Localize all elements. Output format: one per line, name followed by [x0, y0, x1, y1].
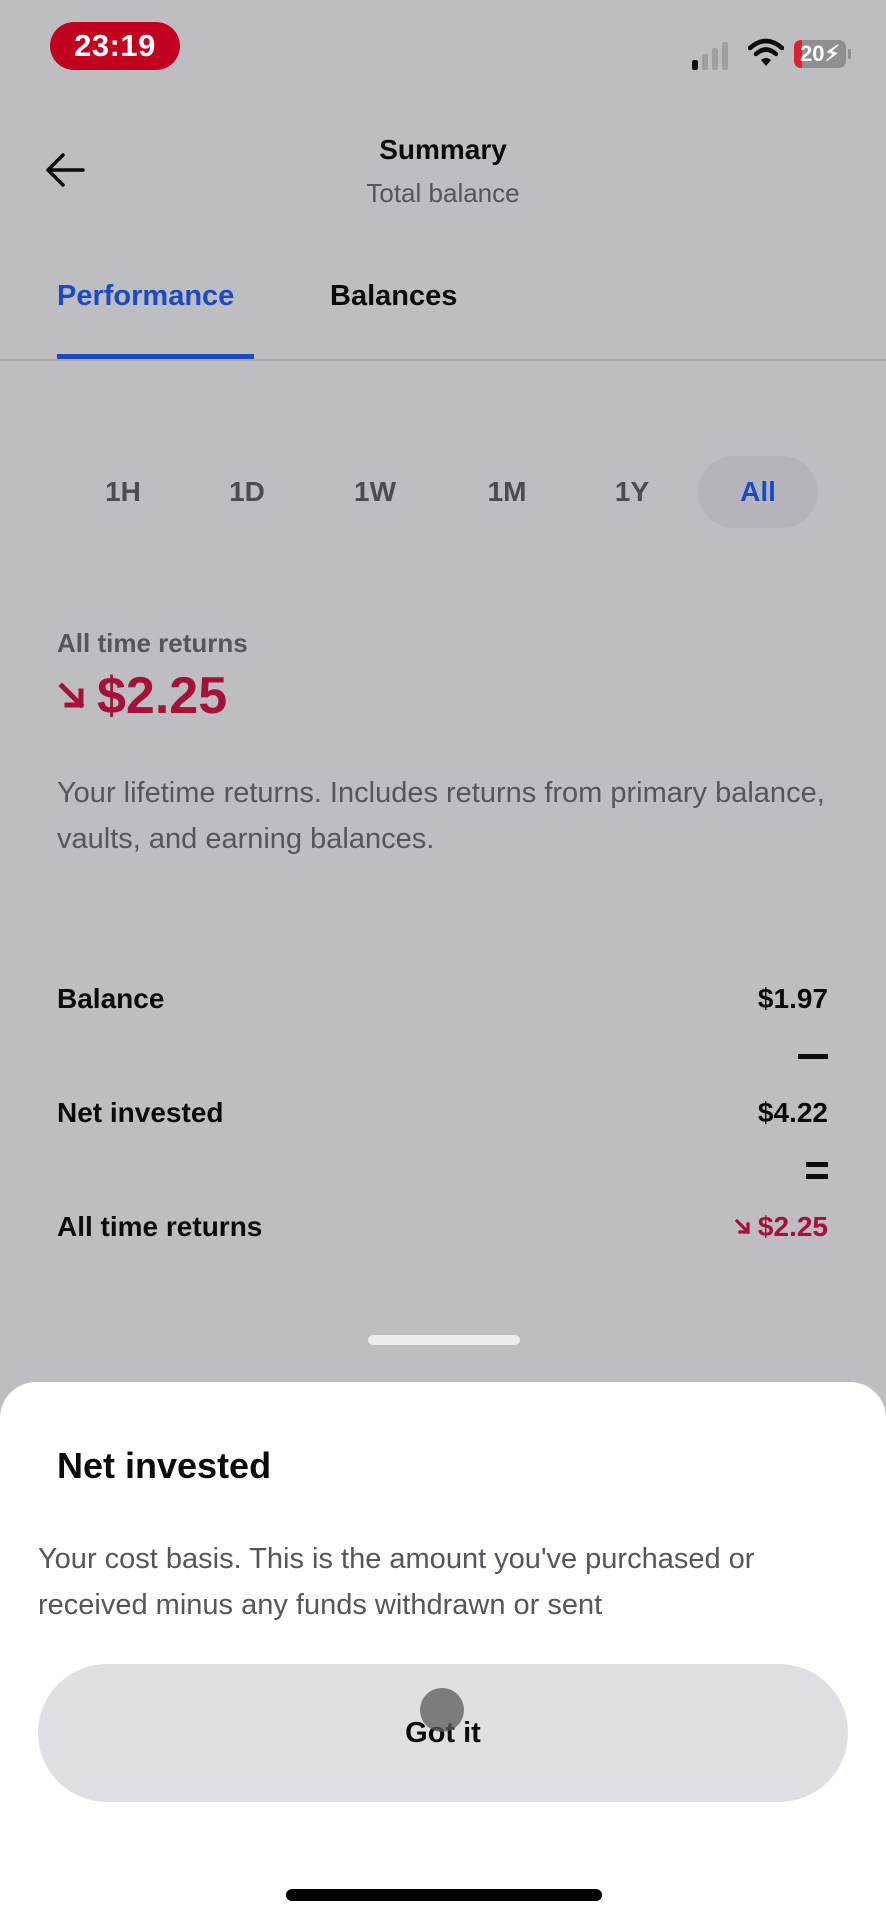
- page-title: Summary: [379, 134, 507, 165]
- battery-tip: [848, 49, 851, 59]
- got-it-button[interactable]: Got it: [38, 1664, 848, 1802]
- minus-operator: [798, 1054, 828, 1059]
- home-indicator[interactable]: [286, 1889, 602, 1901]
- returns-description: Your lifetime returns. Includes returns …: [57, 777, 825, 855]
- range-1w[interactable]: 1W: [315, 456, 435, 528]
- balance-label: Balance: [57, 983, 165, 1014]
- signal-icon: [692, 40, 736, 70]
- touch-indicator: [420, 1688, 464, 1732]
- sheet-grabber[interactable]: [368, 1335, 520, 1345]
- arrow-down-right-icon: [734, 1218, 751, 1235]
- tab-performance[interactable]: Performance: [57, 280, 234, 313]
- all-time-returns-label: All time returns: [57, 1211, 263, 1242]
- net-invested-label[interactable]: Net invested: [57, 1097, 224, 1129]
- sheet-title: Net invested: [57, 1445, 272, 1486]
- tab-balances[interactable]: Balances: [330, 280, 457, 313]
- page-subtitle: Total balance: [366, 178, 520, 208]
- range-1m[interactable]: 1M: [447, 456, 567, 528]
- net-invested-value: $4.22: [757, 1097, 828, 1128]
- battery-charging-icon: 20⚡︎: [794, 40, 846, 68]
- balance-value: $1.97: [757, 983, 828, 1014]
- arrow-down-right-icon: [58, 682, 85, 709]
- range-1d[interactable]: 1D: [187, 456, 307, 528]
- all-time-returns-amount: $2.25: [757, 1211, 828, 1242]
- equals-operator-top: [806, 1162, 828, 1167]
- status-time: 23:19: [50, 22, 180, 70]
- returns-label: All time returns: [57, 628, 248, 658]
- wifi-icon: [747, 38, 785, 68]
- range-all[interactable]: All: [698, 456, 818, 528]
- returns-amount: $2.25: [97, 667, 228, 725]
- battery-level: 20⚡︎: [800, 41, 840, 66]
- returns-value: $2.25: [57, 666, 227, 726]
- tabs-divider: [0, 359, 886, 361]
- all-time-returns-value: $2.25: [734, 1211, 828, 1243]
- equals-operator-bottom: [806, 1174, 828, 1179]
- range-1y[interactable]: 1Y: [572, 456, 692, 528]
- sheet-description: Your cost basis. This is the amount you'…: [38, 1543, 755, 1621]
- range-1h[interactable]: 1H: [63, 456, 183, 528]
